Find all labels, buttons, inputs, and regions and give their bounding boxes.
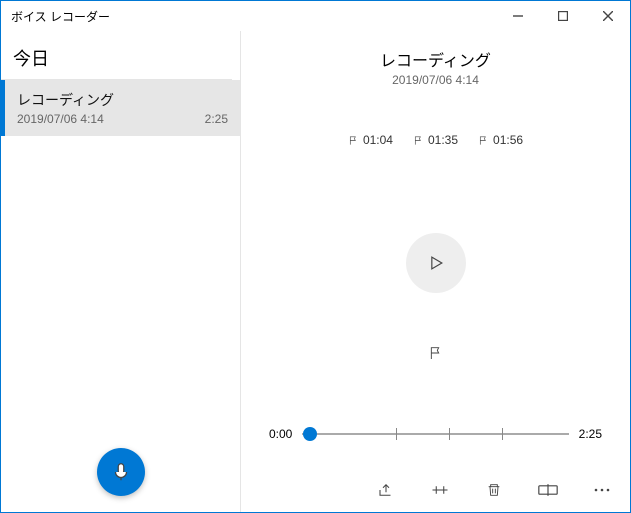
body: 今日 レコーディング 2019/07/06 4:14 2:25 (1, 31, 630, 512)
timeline-thumb[interactable] (303, 427, 317, 441)
maximize-icon (558, 11, 568, 21)
sidebar: 今日 レコーディング 2019/07/06 4:14 2:25 (1, 31, 241, 512)
marker-item[interactable]: 01:04 (348, 133, 393, 147)
list-item-sub: 2019/07/06 4:14 2:25 (17, 112, 228, 126)
close-button[interactable] (585, 1, 630, 31)
flag-icon (478, 135, 489, 146)
marker-time: 01:35 (428, 133, 458, 147)
timeline-line (302, 434, 568, 435)
action-bar (372, 476, 616, 504)
rename-icon (538, 482, 558, 498)
timeline-end: 2:25 (579, 427, 602, 441)
titlebar: ボイス レコーダー (1, 1, 630, 31)
timeline-start: 0:00 (269, 427, 292, 441)
list-item-timestamp: 2019/07/06 4:14 (17, 112, 104, 126)
markers-row: 01:04 01:35 01:56 (348, 133, 523, 147)
record-button[interactable] (97, 448, 145, 496)
marker-item[interactable]: 01:56 (478, 133, 523, 147)
app-window: ボイス レコーダー 今日 レコーディング 2019/07/06 4:14 2:2… (0, 0, 631, 513)
delete-button[interactable] (480, 476, 508, 504)
flag-icon (413, 135, 424, 146)
list-item[interactable]: レコーディング 2019/07/06 4:14 2:25 (1, 80, 240, 136)
delete-icon (486, 481, 502, 499)
timeline-tick (396, 428, 397, 440)
close-icon (603, 11, 613, 21)
minimize-icon (513, 11, 523, 21)
more-icon (593, 487, 611, 493)
timeline: 0:00 2:25 (269, 424, 602, 444)
play-icon (426, 253, 446, 273)
marker-time: 01:04 (363, 133, 393, 147)
flag-icon (348, 135, 359, 146)
timeline-tick (449, 428, 450, 440)
more-button[interactable] (588, 476, 616, 504)
timeline-track[interactable] (302, 424, 568, 444)
timeline-tick (502, 428, 503, 440)
sidebar-section-header: 今日 (1, 31, 232, 80)
recording-timestamp: 2019/07/06 4:14 (392, 73, 479, 87)
list-item-duration: 2:25 (205, 112, 228, 126)
list-item-title: レコーディング (17, 90, 228, 110)
app-title: ボイス レコーダー (11, 8, 110, 25)
trim-icon (431, 481, 449, 499)
recording-title: レコーディング (380, 47, 491, 71)
maximize-button[interactable] (540, 1, 585, 31)
play-button[interactable] (406, 233, 466, 293)
rename-button[interactable] (534, 476, 562, 504)
window-controls (495, 1, 630, 31)
share-icon (377, 481, 395, 499)
marker-item[interactable]: 01:35 (413, 133, 458, 147)
main-panel: レコーディング 2019/07/06 4:14 01:04 01:35 01:5… (241, 31, 630, 512)
minimize-button[interactable] (495, 1, 540, 31)
marker-time: 01:56 (493, 133, 523, 147)
add-marker-button[interactable] (428, 345, 444, 366)
mic-icon (110, 461, 132, 483)
share-button[interactable] (372, 476, 400, 504)
trim-button[interactable] (426, 476, 454, 504)
flag-icon (428, 345, 444, 361)
